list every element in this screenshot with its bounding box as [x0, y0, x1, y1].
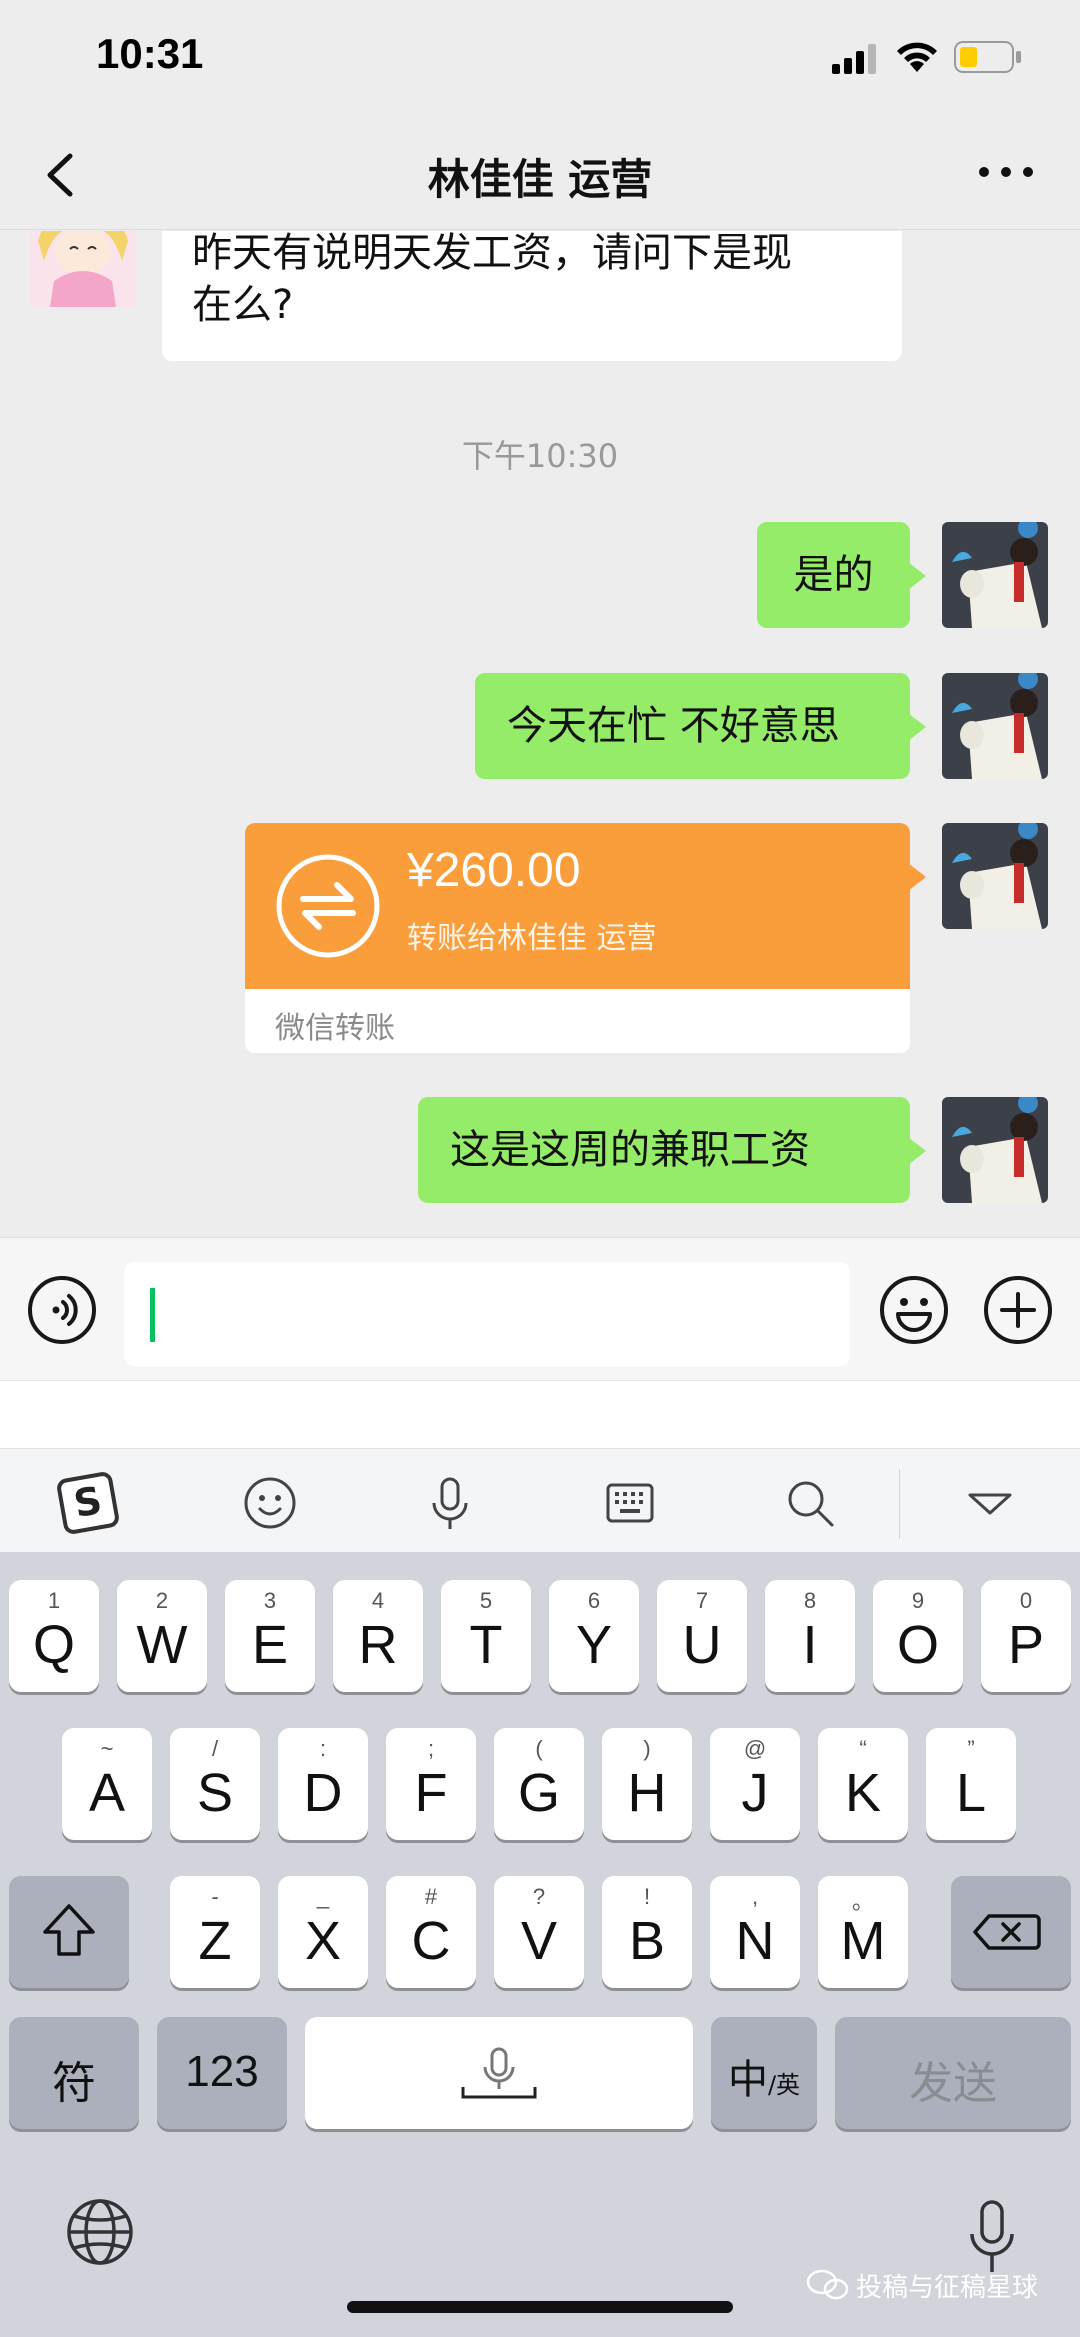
my-avatar[interactable]: [942, 823, 1048, 929]
my-avatar[interactable]: [942, 522, 1048, 628]
key-q[interactable]: 1 Q: [9, 1580, 99, 1692]
key-x[interactable]: _ X: [278, 1876, 368, 1988]
transfer-description: 转账给林佳佳 运营: [407, 921, 657, 956]
keyboard-layout-icon[interactable]: [598, 1471, 662, 1535]
numbers-key[interactable]: 123: [157, 2017, 287, 2129]
sogou-logo-icon[interactable]: S: [56, 1471, 120, 1535]
message-timestamp: 下午10:30: [461, 437, 619, 475]
incoming-message-line-2: 在么?: [192, 282, 294, 328]
key-i[interactable]: 8 I: [765, 1580, 855, 1692]
more-functions-plus-icon[interactable]: [982, 1274, 1054, 1346]
keyboard: 1 Q 2 W 3 E 4 R 5 T 6 Y 7 U 8 I 9 O 0 P …: [0, 1552, 1080, 2337]
search-icon[interactable]: [778, 1471, 842, 1535]
status-time: 10:31: [96, 30, 204, 77]
key-y[interactable]: 6 Y: [549, 1580, 639, 1692]
home-indicator[interactable]: [347, 2301, 733, 2313]
globe-icon[interactable]: [64, 2196, 136, 2268]
outgoing-message-text: 这是这周的兼职工资: [450, 1127, 810, 1173]
wechat-chat-screen: 10:31 林佳佳 运营 昨天有说明天发工资，请问下是现 在么? 下午10:30…: [0, 0, 1080, 2337]
shift-key[interactable]: [9, 1876, 129, 1988]
keyboard-toolbar: S: [0, 1448, 1080, 1552]
symbols-key[interactable]: 符: [9, 2017, 139, 2129]
key-j[interactable]: @ J: [710, 1728, 800, 1840]
transfer-card[interactable]: ¥260.00 转账给林佳佳 运营 微信转账: [245, 823, 910, 1053]
microphone-icon[interactable]: [418, 1471, 482, 1535]
key-l[interactable]: ” L: [926, 1728, 1016, 1840]
smiley-face-icon[interactable]: [238, 1471, 302, 1535]
key-p[interactable]: 0 P: [981, 1580, 1071, 1692]
space-key[interactable]: [305, 2017, 693, 2129]
key-z[interactable]: - Z: [170, 1876, 260, 1988]
more-options-icon[interactable]: [976, 162, 1036, 182]
outgoing-message-text: 今天在忙 不好意思: [507, 703, 840, 749]
hide-keyboard-icon[interactable]: [958, 1471, 1022, 1535]
navigation-bar: 林佳佳 运营: [0, 120, 1080, 230]
contact-avatar[interactable]: [30, 231, 136, 307]
message-text-input[interactable]: [124, 1262, 850, 1366]
message-input-bar: [0, 1237, 1080, 1380]
my-avatar[interactable]: [942, 673, 1048, 779]
incoming-message-bubble[interactable]: 昨天有说明天发工资，请问下是现 在么?: [162, 231, 902, 361]
battery-icon: [954, 41, 1021, 73]
key-d[interactable]: : D: [278, 1728, 368, 1840]
transfer-card-header: ¥260.00 转账给林佳佳 运营: [245, 823, 910, 989]
language-chinese-label: 中: [727, 2057, 768, 2103]
key-e[interactable]: 3 E: [225, 1580, 315, 1692]
outgoing-message-bubble[interactable]: 今天在忙 不好意思: [475, 673, 926, 779]
transfer-footer-label: 微信转账: [275, 1011, 395, 1046]
input-spacer: [0, 1380, 1080, 1448]
wifi-icon: [897, 42, 937, 72]
key-k[interactable]: “ K: [818, 1728, 908, 1840]
toolbar-divider: [899, 1469, 900, 1539]
key-h[interactable]: ) H: [602, 1728, 692, 1840]
backspace-icon: [973, 1914, 1041, 1950]
key-v[interactable]: ? V: [494, 1876, 584, 1988]
key-r[interactable]: 4 R: [333, 1580, 423, 1692]
message-list[interactable]: 昨天有说明天发工资，请问下是现 在么? 下午10:30 是的 今天在忙 不好意思: [0, 231, 1080, 1237]
my-avatar[interactable]: [942, 1097, 1048, 1203]
transfer-arrows-icon: [276, 854, 380, 958]
incoming-message-line-1: 昨天有说明天发工资，请问下是现: [192, 231, 792, 276]
key-n[interactable]: , N: [710, 1876, 800, 1988]
voice-input-icon[interactable]: [26, 1274, 98, 1346]
key-w[interactable]: 2 W: [117, 1580, 207, 1692]
key-f[interactable]: ; F: [386, 1728, 476, 1840]
watermark-text: 投稿与征稿星球: [856, 2273, 1039, 2303]
status-bar: 10:31: [0, 0, 1080, 120]
key-g[interactable]: ( G: [494, 1728, 584, 1840]
key-u[interactable]: 7 U: [657, 1580, 747, 1692]
outgoing-message-text: 是的: [793, 552, 874, 598]
outgoing-message-bubble[interactable]: 是的: [757, 522, 926, 628]
outgoing-message-bubble[interactable]: 这是这周的兼职工资: [418, 1097, 926, 1203]
language-switch-key[interactable]: 中/英: [711, 2017, 817, 2129]
wechat-logo-icon: [806, 2269, 849, 2300]
key-s[interactable]: / S: [170, 1728, 260, 1840]
cellular-signal-icon: [832, 44, 876, 74]
transfer-amount: ¥260.00: [407, 844, 581, 897]
chat-title: 林佳佳 运营: [427, 155, 653, 204]
emoji-icon[interactable]: [878, 1274, 950, 1346]
dictation-microphone-icon[interactable]: [966, 2198, 1018, 2276]
key-b[interactable]: ! B: [602, 1876, 692, 1988]
text-cursor: [150, 1288, 155, 1342]
language-english-label: /英: [767, 2071, 801, 2099]
backspace-key[interactable]: [951, 1876, 1071, 1988]
key-m[interactable]: 。 M: [818, 1876, 908, 1988]
space-microphone-icon: [461, 2047, 537, 2099]
transfer-card-tail: [908, 863, 926, 891]
key-t[interactable]: 5 T: [441, 1580, 531, 1692]
shift-arrow-icon: [43, 1904, 95, 1956]
key-o[interactable]: 9 O: [873, 1580, 963, 1692]
send-key[interactable]: 发送: [835, 2017, 1071, 2129]
key-a[interactable]: ~ A: [62, 1728, 152, 1840]
key-c[interactable]: # C: [386, 1876, 476, 1988]
